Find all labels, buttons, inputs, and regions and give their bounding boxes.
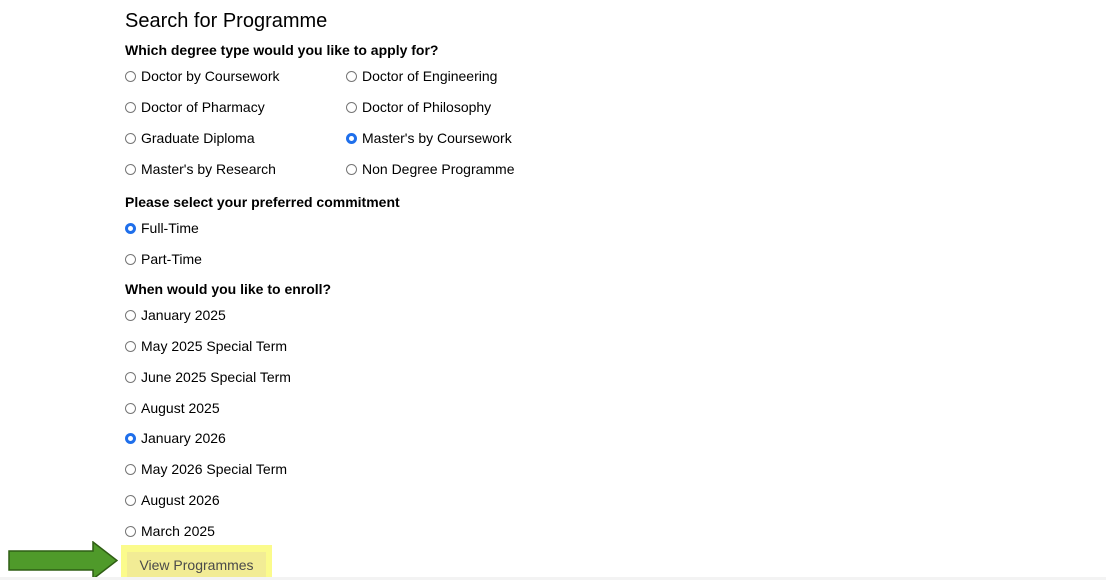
radio-january-2025[interactable]: January 2025 xyxy=(125,306,226,324)
radio-label: June 2025 Special Term xyxy=(141,369,291,385)
radio-graduate-diploma[interactable]: Graduate Diploma xyxy=(125,129,255,147)
radio-label: Doctor by Coursework xyxy=(141,68,280,84)
radio-button[interactable] xyxy=(125,309,136,321)
radio-button[interactable] xyxy=(125,432,136,444)
radio-full-time[interactable]: Full-Time xyxy=(125,219,199,237)
radio-button[interactable] xyxy=(125,340,136,352)
radio-label: Doctor of Engineering xyxy=(362,68,498,84)
radio-label: Part-Time xyxy=(141,251,202,267)
radio-label: May 2026 Special Term xyxy=(141,461,288,477)
green-arrow-icon xyxy=(8,541,118,580)
radio-june-2025-special-term[interactable]: June 2025 Special Term xyxy=(125,368,291,386)
radio-may-2026-special-term[interactable]: May 2026 Special Term xyxy=(125,460,287,478)
radio-label: March 2025 xyxy=(141,523,215,539)
radio-part-time[interactable]: Part-Time xyxy=(125,250,202,268)
radio-button[interactable] xyxy=(125,132,136,144)
radio-button[interactable] xyxy=(125,163,136,175)
radio-masters-by-research[interactable]: Master's by Research xyxy=(125,160,276,178)
radio-button[interactable] xyxy=(346,132,357,144)
radio-label: May 2025 Special Term xyxy=(141,338,288,354)
degree-type-question: Which degree type would you like to appl… xyxy=(125,42,439,58)
radio-label: January 2025 xyxy=(141,307,226,323)
arrow-shape xyxy=(8,541,118,580)
commitment-question: Please select your preferred commitment xyxy=(125,194,400,210)
radio-label: Master's by Coursework xyxy=(362,130,512,146)
radio-label: August 2026 xyxy=(141,492,220,508)
radio-label: January 2026 xyxy=(141,430,226,446)
radio-january-2026[interactable]: January 2026 xyxy=(125,429,226,447)
radio-label: Doctor of Pharmacy xyxy=(141,99,265,115)
radio-button[interactable] xyxy=(346,163,357,175)
radio-button[interactable] xyxy=(125,70,136,82)
radio-label: Graduate Diploma xyxy=(141,130,255,146)
radio-button[interactable] xyxy=(125,222,136,234)
radio-label: August 2025 xyxy=(141,400,220,416)
radio-button[interactable] xyxy=(125,402,136,414)
radio-august-2025[interactable]: August 2025 xyxy=(125,399,220,417)
radio-masters-by-coursework[interactable]: Master's by Coursework xyxy=(346,129,512,147)
radio-button[interactable] xyxy=(125,101,136,113)
view-programmes-button[interactable]: View Programmes xyxy=(127,552,266,578)
radio-doctor-of-pharmacy[interactable]: Doctor of Pharmacy xyxy=(125,98,265,116)
search-programme-page: Search for Programme Which degree type w… xyxy=(0,0,1106,580)
radio-doctor-of-engineering[interactable]: Doctor of Engineering xyxy=(346,67,497,85)
radio-may-2025-special-term[interactable]: May 2025 Special Term xyxy=(125,337,287,355)
radio-doctor-by-coursework[interactable]: Doctor by Coursework xyxy=(125,67,280,85)
radio-label: Full-Time xyxy=(141,220,199,236)
radio-button[interactable] xyxy=(125,253,136,265)
radio-doctor-of-philosophy[interactable]: Doctor of Philosophy xyxy=(346,98,491,116)
radio-august-2026[interactable]: August 2026 xyxy=(125,491,220,509)
radio-button[interactable] xyxy=(346,70,357,82)
enroll-question: When would you like to enroll? xyxy=(125,281,332,297)
page-title: Search for Programme xyxy=(125,10,328,32)
radio-march-2025[interactable]: March 2025 xyxy=(125,522,215,540)
radio-button[interactable] xyxy=(125,525,136,537)
radio-button[interactable] xyxy=(125,494,136,506)
radio-non-degree-programme[interactable]: Non Degree Programme xyxy=(346,160,515,178)
radio-label: Doctor of Philosophy xyxy=(362,99,492,115)
radio-button[interactable] xyxy=(346,101,357,113)
radio-button[interactable] xyxy=(125,371,136,383)
radio-label: Master's by Research xyxy=(141,161,276,177)
radio-label: Non Degree Programme xyxy=(362,161,515,177)
radio-button[interactable] xyxy=(125,463,136,475)
